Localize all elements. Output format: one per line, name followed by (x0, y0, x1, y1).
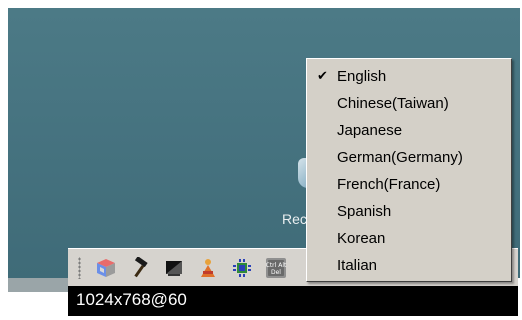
menu-item-french-france[interactable]: French(France) (307, 171, 511, 198)
hammer-icon[interactable] (128, 256, 152, 280)
svg-text:Ctrl Alt: Ctrl Alt (266, 262, 287, 269)
menu-item-label: English (337, 68, 387, 85)
menu-item-label: Chinese(Taiwan) (337, 95, 449, 112)
desktop-icon-label[interactable]: Rec (282, 211, 307, 227)
language-menu: ✔ English Chinese(Taiwan) Japanese Germa… (306, 58, 512, 282)
menu-item-label: Spanish (337, 203, 392, 220)
chip-icon[interactable] (230, 256, 254, 280)
svg-text:Del: Del (271, 269, 281, 276)
checkmark-icon: ✔ (317, 69, 328, 84)
menu-item-korean[interactable]: Korean (307, 225, 511, 252)
menu-item-german-germany[interactable]: German(Germany) (307, 144, 511, 171)
menu-item-english[interactable]: ✔ English (307, 63, 511, 90)
cube-icon[interactable] (94, 256, 118, 280)
menu-item-spanish[interactable]: Spanish (307, 198, 511, 225)
menu-item-italian[interactable]: Italian (307, 252, 511, 279)
taskbar-edge (8, 278, 70, 292)
toolbar-grip-handle[interactable] (78, 257, 81, 279)
menu-item-label: Korean (337, 230, 386, 247)
ctrl-alt-del-icon[interactable]: Ctrl Alt Del (264, 256, 288, 280)
display-icon[interactable] (162, 256, 186, 280)
menu-item-japanese[interactable]: Japanese (307, 117, 511, 144)
menu-item-chinese-taiwan[interactable]: Chinese(Taiwan) (307, 90, 511, 117)
menu-item-label: German(Germany) (337, 149, 463, 166)
status-bar: 1024x768@60 (68, 286, 518, 316)
menu-item-label: French(France) (337, 176, 441, 193)
menu-item-label: Italian (337, 257, 378, 274)
figure-icon[interactable] (196, 256, 220, 280)
resolution-readout: 1024x768@60 (76, 290, 187, 309)
menu-item-label: Japanese (337, 122, 403, 139)
